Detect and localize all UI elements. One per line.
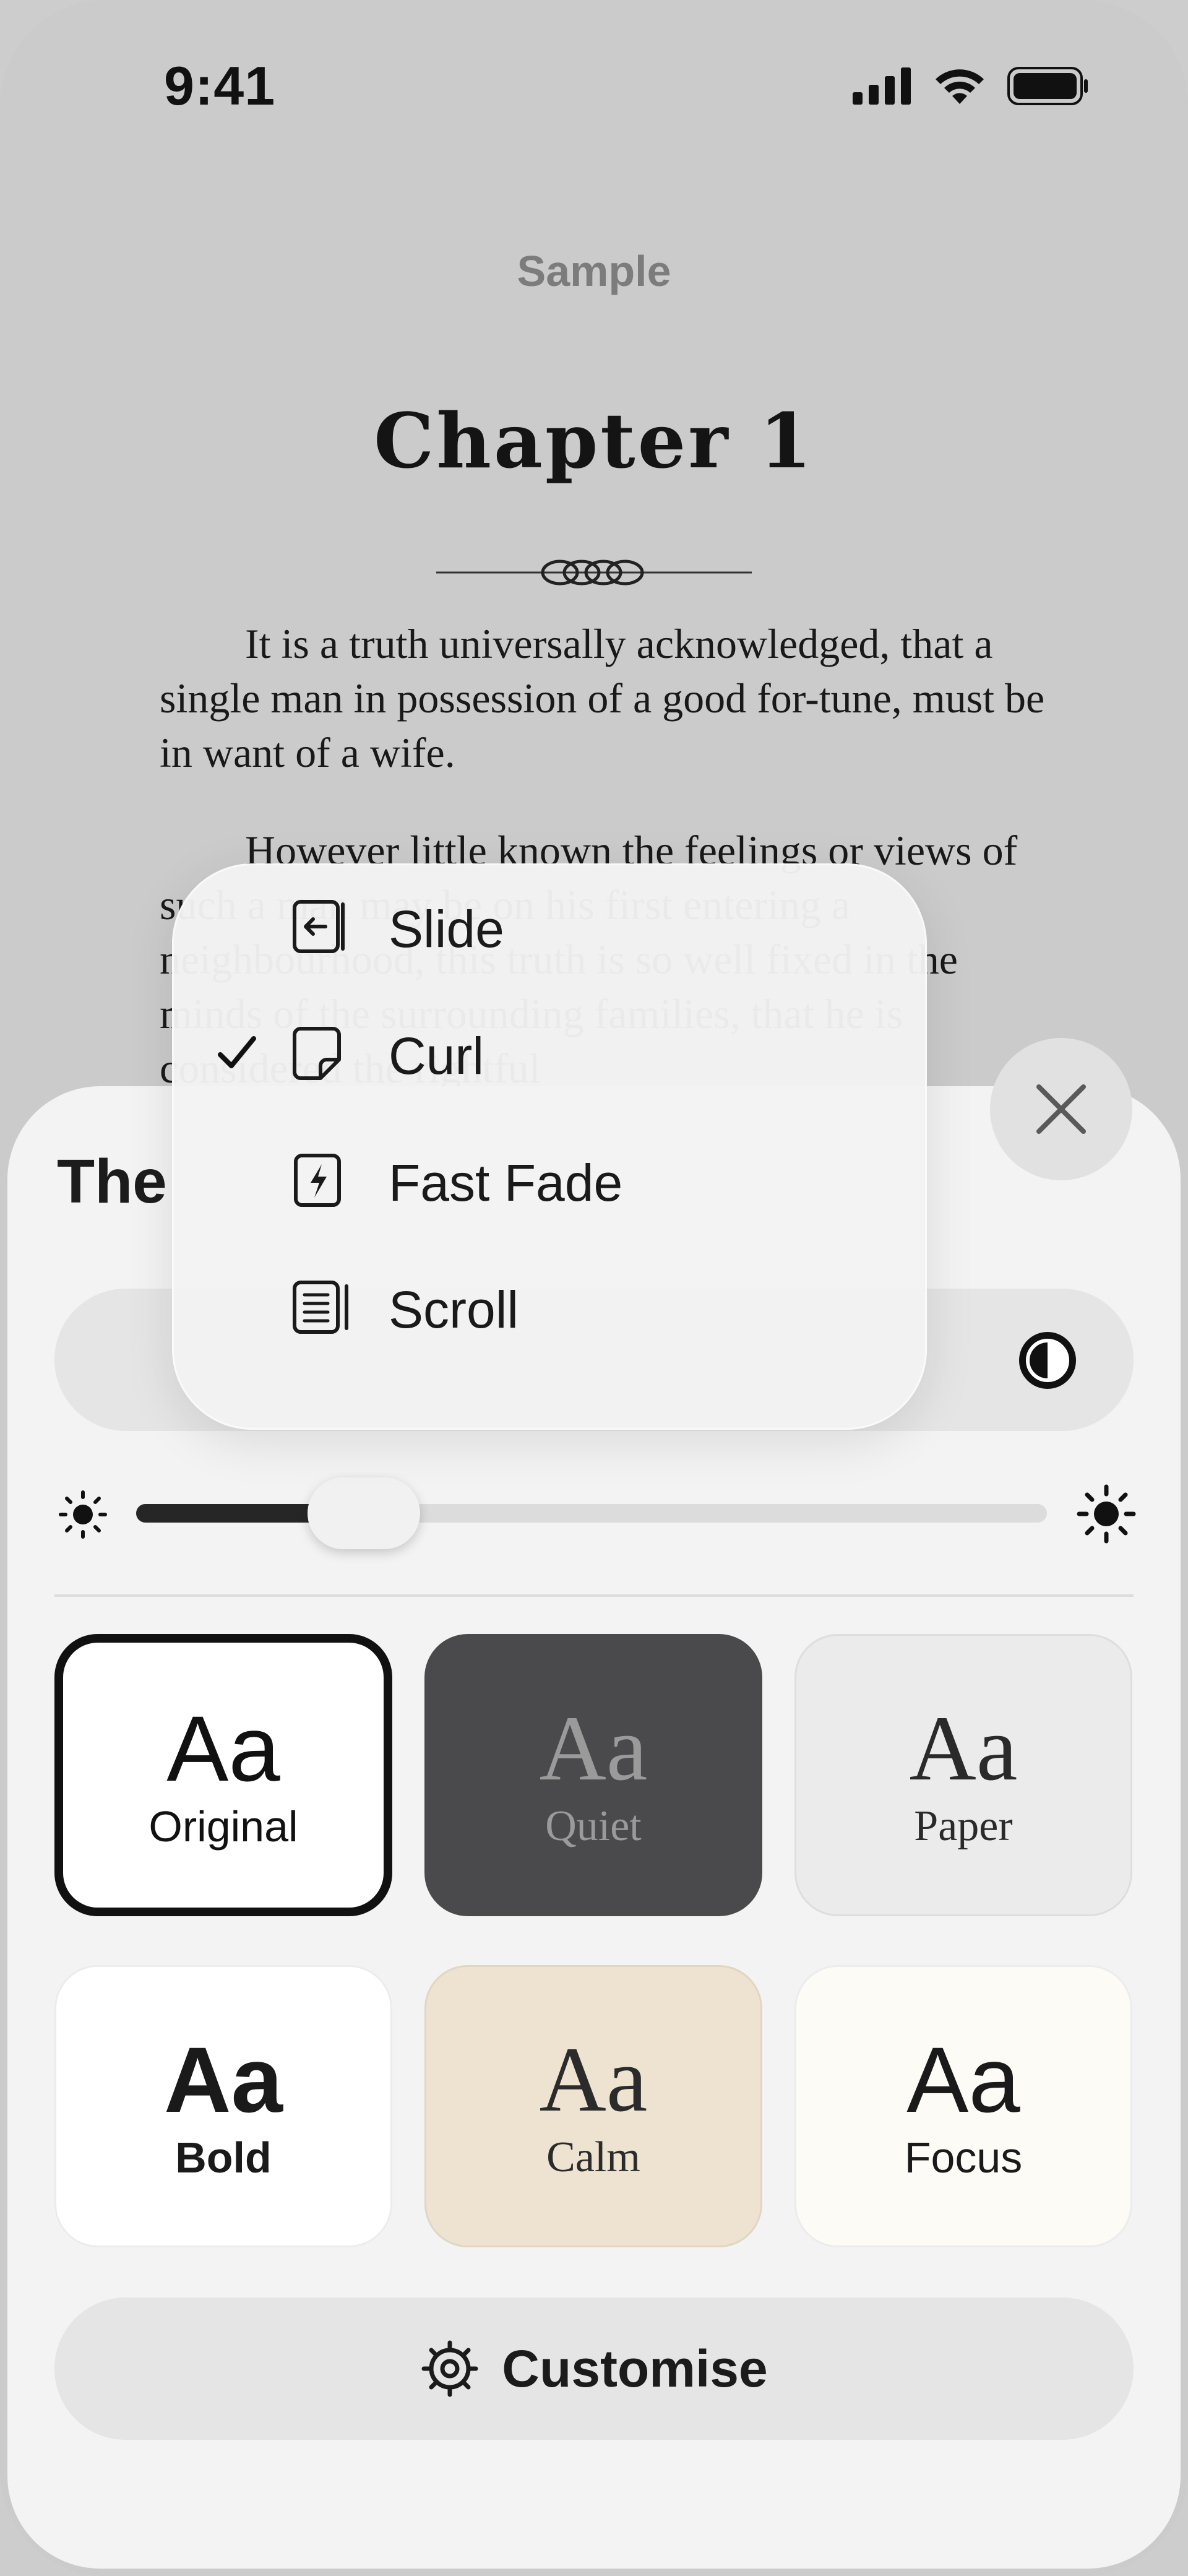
theme-label: Calm: [546, 2133, 640, 2181]
brightness-slider-knob[interactable]: [308, 1477, 420, 1549]
checkmark-icon: [218, 1036, 256, 1068]
theme-sample: Aa: [906, 2028, 1020, 2132]
scroll-icon: [293, 1281, 348, 1334]
theme-label: Quiet: [545, 1802, 642, 1850]
menu-item-curl[interactable]: Curl: [172, 990, 927, 1117]
contrast-icon[interactable]: [1017, 1329, 1078, 1391]
book-title: Sample: [517, 247, 671, 295]
close-button[interactable]: [990, 1038, 1132, 1180]
menu-item-label: Slide: [389, 900, 504, 958]
cellular-icon: [853, 67, 911, 105]
menu-item-scroll[interactable]: Scroll: [172, 1244, 927, 1371]
theme-label: Paper: [914, 1802, 1013, 1850]
theme-sample: Aa: [539, 1697, 648, 1800]
brightness-high-icon: [1077, 1484, 1136, 1544]
theme-calm[interactable]: Aa Calm: [424, 1965, 762, 2247]
menu-item-label: Curl: [389, 1027, 484, 1085]
battery-icon: [1007, 67, 1088, 105]
customise-label: Customise: [502, 2339, 768, 2398]
reader-screen: 9:41 Sample Chapter 1 It is a truth univ…: [0, 0, 1188, 2576]
sheet-title: The: [57, 1147, 167, 1216]
theme-sample: Aa: [166, 1696, 280, 1800]
menu-item-label: Fast Fade: [389, 1154, 623, 1212]
theme-paper[interactable]: Aa Paper: [794, 1634, 1132, 1916]
close-icon: [1036, 1084, 1086, 1134]
gear-icon: [421, 2340, 478, 2397]
status-time: 9:41: [164, 55, 276, 116]
theme-sample: Aa: [164, 2028, 283, 2132]
page-turn-menu: Slide Curl Fast Fade Scroll: [172, 863, 927, 1430]
theme-focus[interactable]: Aa Focus: [794, 1965, 1132, 2247]
curl-icon: [293, 1027, 341, 1080]
paragraph-1: It is a truth universally acknowledged, …: [160, 620, 1045, 776]
theme-label: Original: [148, 1802, 298, 1851]
theme-sample: Aa: [909, 1697, 1018, 1800]
chapter-heading: Chapter 1: [374, 396, 814, 485]
ornament-divider: [436, 560, 752, 586]
menu-item-slide[interactable]: Slide: [172, 863, 927, 990]
menu-item-label: Scroll: [389, 1281, 519, 1339]
theme-quiet[interactable]: Aa Quiet: [424, 1634, 762, 1916]
status-icons: [853, 67, 1089, 105]
menu-item-fast-fade[interactable]: Fast Fade: [172, 1117, 927, 1244]
divider: [54, 1594, 1134, 1597]
theme-label: Focus: [904, 2133, 1023, 2182]
theme-sample: Aa: [539, 2028, 648, 2131]
theme-bold[interactable]: Aa Bold: [54, 1965, 392, 2247]
theme-label: Bold: [175, 2133, 272, 2182]
slide-icon: [293, 900, 345, 953]
customise-button[interactable]: Customise: [54, 2297, 1134, 2440]
wifi-icon: [936, 69, 984, 104]
fast-fade-icon: [294, 1154, 341, 1207]
brightness-low-icon: [59, 1490, 107, 1539]
theme-original[interactable]: Aa Original: [54, 1634, 392, 1916]
